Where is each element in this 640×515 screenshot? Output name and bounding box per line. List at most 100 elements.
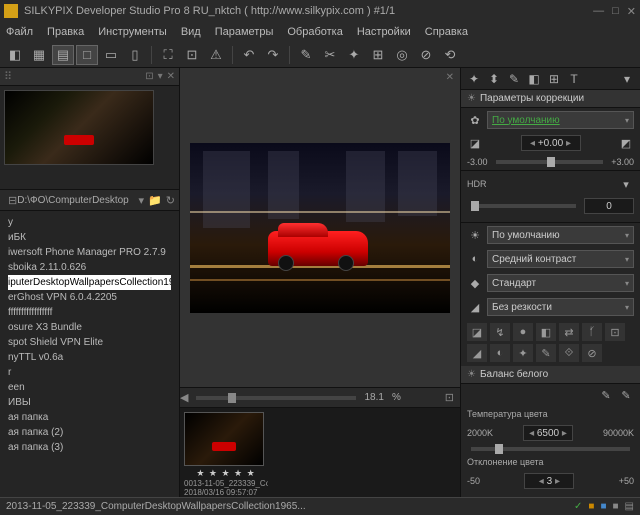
menu-file[interactable]: Файл bbox=[6, 26, 33, 38]
list-item[interactable]: iwersoft Phone Manager PRO 2.7.9 bbox=[8, 245, 171, 260]
rtool-3-icon[interactable]: ✎ bbox=[505, 70, 523, 88]
t1-icon[interactable]: ◪ bbox=[467, 323, 487, 341]
layout-3-icon[interactable]: ▤ bbox=[52, 45, 74, 65]
temp-value[interactable]: 6500 bbox=[537, 428, 559, 439]
t10-icon[interactable]: ✦ bbox=[513, 344, 533, 362]
list-item[interactable]: een bbox=[8, 380, 171, 395]
rtool-5-icon[interactable]: ⊞ bbox=[545, 70, 563, 88]
fullscreen-icon[interactable]: ⛶ bbox=[157, 45, 179, 65]
exposure-value[interactable]: +0.00 bbox=[538, 138, 563, 149]
t2-icon[interactable]: ↯ bbox=[490, 323, 510, 341]
redo-icon[interactable]: ↷ bbox=[262, 45, 284, 65]
tool-d-icon[interactable]: ⊞ bbox=[367, 45, 389, 65]
layout-1-icon[interactable]: ◧ bbox=[4, 45, 26, 65]
sharp-icon[interactable]: ◢ bbox=[467, 299, 483, 315]
warning-icon[interactable]: ⚠ bbox=[205, 45, 227, 65]
panel-opt-icon[interactable]: ▾ bbox=[158, 71, 163, 82]
tool-b-icon[interactable]: ✂ bbox=[319, 45, 341, 65]
menu-process[interactable]: Обработка bbox=[287, 26, 342, 38]
viewer-close-icon[interactable]: ✕ bbox=[446, 72, 454, 83]
tool-f-icon[interactable]: ⊘ bbox=[415, 45, 437, 65]
minimize-button[interactable]: — bbox=[593, 5, 604, 18]
rtool-6-icon[interactable]: T bbox=[565, 70, 583, 88]
layout-4-icon[interactable]: □ bbox=[76, 45, 98, 65]
zoom-slider[interactable] bbox=[196, 396, 356, 400]
fit-icon[interactable]: ⊡ bbox=[181, 45, 203, 65]
exposure-min-icon[interactable]: ◪ bbox=[467, 135, 483, 151]
status-3-icon[interactable]: ■ bbox=[613, 501, 619, 512]
t3-icon[interactable]: ● bbox=[513, 323, 533, 341]
navigator-thumbnail[interactable] bbox=[4, 90, 154, 165]
menu-edit[interactable]: Правка bbox=[47, 26, 84, 38]
drive-icon[interactable]: ⊟ bbox=[8, 194, 17, 207]
tool-a-icon[interactable]: ✎ bbox=[295, 45, 317, 65]
refresh-icon[interactable]: ↻ bbox=[166, 194, 175, 207]
exposure-slider[interactable] bbox=[496, 160, 604, 164]
rtool-1-icon[interactable]: ✦ bbox=[465, 70, 483, 88]
sharp-select[interactable]: Без резкости bbox=[487, 298, 634, 316]
image-viewer[interactable]: ✕ bbox=[180, 68, 460, 387]
t8-icon[interactable]: ◢ bbox=[467, 344, 487, 362]
tool-c-icon[interactable]: ✦ bbox=[343, 45, 365, 65]
wb-preset-select[interactable]: По умолчанию bbox=[487, 226, 634, 244]
list-item-selected[interactable]: iputerDesktopWallpapersCollection196 bbox=[8, 275, 171, 290]
menu-params[interactable]: Параметры bbox=[215, 26, 274, 38]
zoom-expand-icon[interactable]: ⊡ bbox=[445, 391, 454, 404]
layout-5-icon[interactable]: ▭ bbox=[100, 45, 122, 65]
list-item[interactable]: ая папка (2) bbox=[8, 425, 171, 440]
rtool-opt-icon[interactable]: ▾ bbox=[618, 70, 636, 88]
menu-settings[interactable]: Настройки bbox=[357, 26, 411, 38]
picker1-icon[interactable]: ✎ bbox=[598, 387, 614, 403]
list-item[interactable]: ая папка (3) bbox=[8, 440, 171, 455]
list-item[interactable]: r bbox=[8, 365, 171, 380]
list-item[interactable]: sboika 2.11.0.626 bbox=[8, 260, 171, 275]
t6-icon[interactable]: ᚶ bbox=[582, 323, 602, 341]
list-item[interactable]: fffffffffffffffff bbox=[8, 305, 171, 320]
temp-slider[interactable] bbox=[471, 447, 630, 451]
t13-icon[interactable]: ⊘ bbox=[582, 344, 602, 362]
status-4-icon[interactable]: ▤ bbox=[625, 501, 634, 512]
panel-zoom-icon[interactable]: ⊡ bbox=[145, 71, 153, 82]
maximize-button[interactable]: □ bbox=[612, 5, 619, 18]
menu-view[interactable]: Вид bbox=[181, 26, 201, 38]
palette-icon[interactable]: ◆ bbox=[467, 275, 483, 291]
tool-e-icon[interactable]: ◎ bbox=[391, 45, 413, 65]
exposure-max-icon[interactable]: ◩ bbox=[618, 135, 634, 151]
list-item[interactable]: erGhost VPN 6.0.4.2205 bbox=[8, 290, 171, 305]
zoom-handle-left-icon[interactable]: ◀ bbox=[180, 391, 188, 404]
hdr-opt-icon[interactable]: ▾ bbox=[618, 176, 634, 192]
t5-icon[interactable]: ⇄ bbox=[559, 323, 579, 341]
rtool-4-icon[interactable]: ◧ bbox=[525, 70, 543, 88]
layout-6-icon[interactable]: ▯ bbox=[124, 45, 146, 65]
gear-icon[interactable]: ✿ bbox=[467, 112, 483, 128]
t11-icon[interactable]: ✎ bbox=[536, 344, 556, 362]
t12-icon[interactable]: ⟐ bbox=[559, 344, 579, 362]
preset-select[interactable]: По умолчанию bbox=[487, 111, 634, 129]
picker2-icon[interactable]: ✎ bbox=[618, 387, 634, 403]
folder-icon[interactable]: 📁 bbox=[148, 194, 162, 207]
panel-close-icon[interactable]: ✕ bbox=[167, 71, 175, 82]
close-button[interactable]: ✕ bbox=[627, 5, 636, 18]
list-item[interactable]: ИВЫ bbox=[8, 395, 171, 410]
tool-g-icon[interactable]: ⟲ bbox=[439, 45, 461, 65]
tint-value[interactable]: 3 bbox=[547, 476, 553, 487]
list-item[interactable]: osure X3 Bundle bbox=[8, 320, 171, 335]
list-item[interactable]: у bbox=[8, 215, 171, 230]
wb-icon[interactable]: ☀ bbox=[467, 227, 483, 243]
t4-icon[interactable]: ◧ bbox=[536, 323, 556, 341]
list-item[interactable]: иБК bbox=[8, 230, 171, 245]
contrast-icon[interactable]: ◐ bbox=[467, 251, 483, 267]
status-2-icon[interactable]: ■ bbox=[600, 501, 606, 512]
menu-help[interactable]: Справка bbox=[425, 26, 468, 38]
status-1-icon[interactable]: ■ bbox=[588, 501, 594, 512]
status-ok-icon[interactable]: ✓ bbox=[574, 501, 582, 512]
undo-icon[interactable]: ↶ bbox=[238, 45, 260, 65]
hdr-value[interactable]: 0 bbox=[584, 198, 634, 214]
standard-select[interactable]: Стандарт bbox=[487, 274, 634, 292]
list-item[interactable]: nyTTL v0.6a bbox=[8, 350, 171, 365]
hdr-slider[interactable] bbox=[471, 204, 576, 208]
folder-path[interactable]: D:\ФО\ComputerDesktop bbox=[17, 195, 134, 206]
list-item[interactable]: ая папка bbox=[8, 410, 171, 425]
rating-stars[interactable]: ★ ★ ★ ★ ★ bbox=[184, 468, 268, 479]
menu-tools[interactable]: Инструменты bbox=[98, 26, 167, 38]
